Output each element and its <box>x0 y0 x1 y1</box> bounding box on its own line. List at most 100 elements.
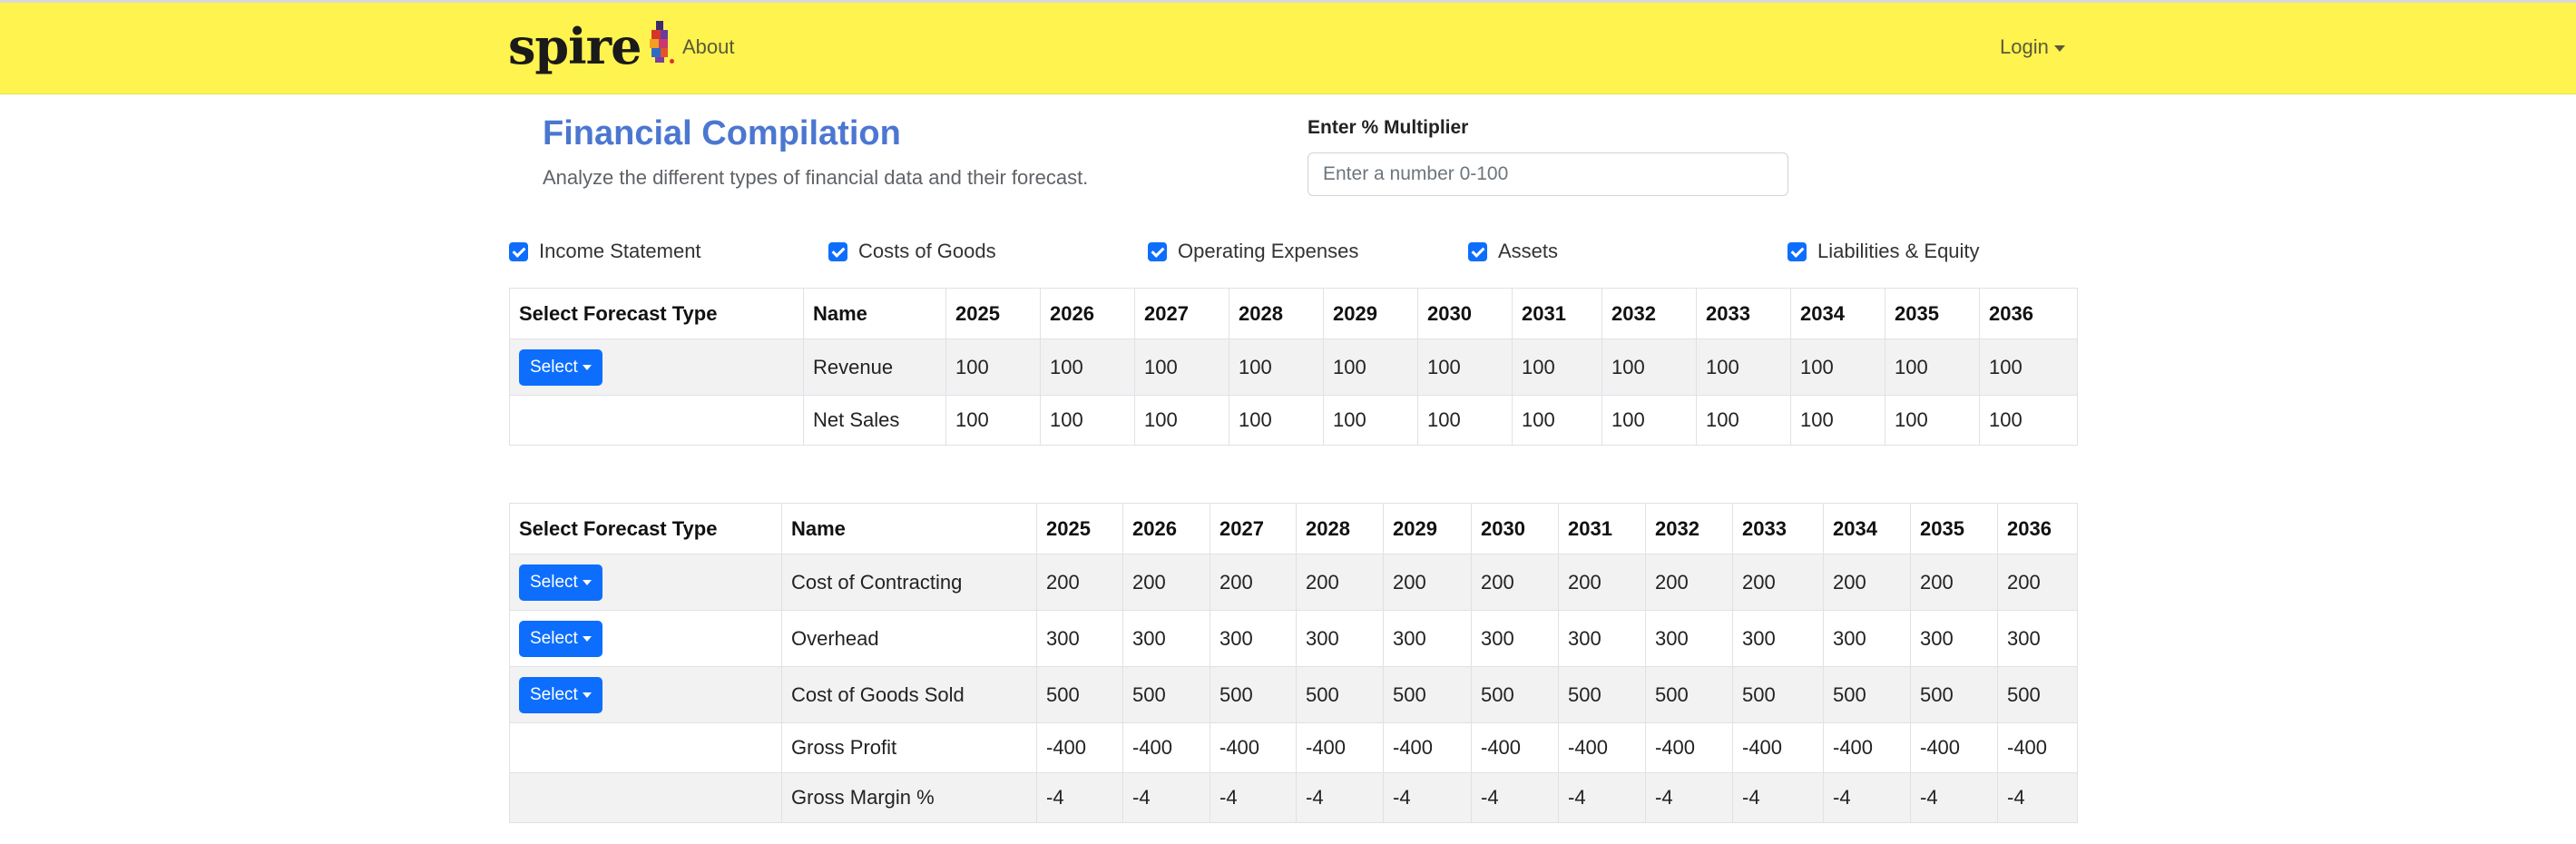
checkbox-checked-icon[interactable] <box>1788 241 1807 261</box>
filter-income-statement[interactable]: Income Statement <box>509 238 701 265</box>
value-cell: 300 <box>1558 610 1646 667</box>
value-cell: -4 <box>1558 772 1646 823</box>
select-forecast-dropdown[interactable]: Select <box>519 620 602 657</box>
value-cell: 100 <box>1512 395 1602 446</box>
select-forecast-dropdown[interactable]: Select <box>519 564 602 601</box>
table-row: Select Cost of Contracting 200 200 200 200 200… <box>509 554 2078 611</box>
value-cell: 100 <box>1601 339 1697 396</box>
column-header: 2027 <box>1134 288 1229 339</box>
value-cell: -4 <box>1823 772 1911 823</box>
value-cell: 300 <box>1036 610 1123 667</box>
value-cell: -400 <box>1383 722 1472 773</box>
row-name: Revenue <box>803 339 946 396</box>
table-row: Select Cost of Goods Sold 500 500 500 500 500 5… <box>509 666 2078 723</box>
value-cell: 100 <box>1885 395 1980 446</box>
forecast-type-cell <box>509 722 782 773</box>
column-header: 2030 <box>1417 288 1513 339</box>
value-cell: 500 <box>1036 666 1123 723</box>
value-cell: -400 <box>1471 722 1559 773</box>
login-label: Login <box>2000 35 2049 58</box>
checkbox-checked-icon[interactable] <box>1468 241 1487 261</box>
value-cell: -400 <box>1997 722 2078 773</box>
value-cell: 500 <box>1383 666 1472 723</box>
value-cell: 100 <box>1696 339 1791 396</box>
value-cell: 200 <box>1471 554 1559 611</box>
value-cell: 300 <box>1997 610 2078 667</box>
value-cell: 100 <box>1790 339 1885 396</box>
filter-label: Assets <box>1498 240 1559 262</box>
brand-logo[interactable]: spire <box>508 19 675 74</box>
value-cell: -400 <box>1296 722 1384 773</box>
row-name: Gross Margin % <box>781 772 1037 823</box>
row-name: Cost of Contracting <box>781 554 1037 611</box>
value-cell: 100 <box>1323 339 1418 396</box>
column-header: 2027 <box>1210 503 1297 554</box>
value-cell: -4 <box>1296 772 1384 823</box>
column-header: 2025 <box>1036 503 1123 554</box>
filter-label: Income Statement <box>539 240 701 262</box>
row-name: Cost of Goods Sold <box>781 666 1037 723</box>
value-cell: 200 <box>1036 554 1123 611</box>
value-cell: 100 <box>1040 395 1135 446</box>
value-cell: 300 <box>1471 610 1559 667</box>
column-header: Name <box>803 288 946 339</box>
value-cell: 200 <box>1296 554 1384 611</box>
column-header: 2033 <box>1732 503 1824 554</box>
table-row: Gross Margin % -4 -4 -4 -4 -4 -4 -4 -4 -4 -4 -4 -4 <box>509 772 2078 823</box>
value-cell: 500 <box>1823 666 1911 723</box>
navbar: spire About Login <box>0 3 2576 94</box>
filter-costs-of-goods[interactable]: Costs of Goods <box>828 238 996 265</box>
column-header: 2029 <box>1383 503 1472 554</box>
filter-operating-expenses[interactable]: Operating Expenses <box>1148 238 1358 265</box>
column-header: 2034 <box>1823 503 1911 554</box>
value-cell: 200 <box>1383 554 1472 611</box>
filter-assets[interactable]: Assets <box>1468 238 1558 265</box>
column-header: 2036 <box>1979 288 2078 339</box>
value-cell: -4 <box>1645 772 1733 823</box>
checkbox-checked-icon[interactable] <box>828 241 847 261</box>
select-forecast-dropdown[interactable]: Select <box>519 348 602 386</box>
column-header: 2029 <box>1323 288 1418 339</box>
value-cell: -400 <box>1558 722 1646 773</box>
value-cell: 100 <box>1417 339 1513 396</box>
income-statement-table: Select Forecast Type Name 2025 2026 2027… <box>509 288 2078 446</box>
value-cell: 200 <box>1558 554 1646 611</box>
value-cell: 300 <box>1296 610 1384 667</box>
value-cell: 200 <box>1210 554 1297 611</box>
value-cell: -400 <box>1732 722 1824 773</box>
value-cell: 100 <box>1601 395 1697 446</box>
value-cell: -4 <box>1210 772 1297 823</box>
value-cell: -400 <box>1036 722 1123 773</box>
forecast-type-cell: Select <box>509 554 782 611</box>
nav-login-dropdown[interactable]: Login <box>2000 34 2065 61</box>
filter-liabilities-equity[interactable]: Liabilities & Equity <box>1788 238 1980 265</box>
value-cell: 200 <box>1910 554 1998 611</box>
value-cell: 300 <box>1732 610 1824 667</box>
value-cell: 100 <box>1417 395 1513 446</box>
value-cell: 300 <box>1823 610 1911 667</box>
filter-label: Operating Expenses <box>1178 240 1359 262</box>
select-forecast-dropdown[interactable]: Select <box>519 676 602 713</box>
value-cell: -400 <box>1122 722 1210 773</box>
checkbox-checked-icon[interactable] <box>1148 241 1167 261</box>
value-cell: 100 <box>945 395 1041 446</box>
value-cell: 300 <box>1122 610 1210 667</box>
value-cell: -400 <box>1210 722 1297 773</box>
value-cell: 500 <box>1296 666 1384 723</box>
chevron-down-icon <box>582 364 592 370</box>
page-title: Financial Compilation <box>543 114 901 152</box>
checkbox-checked-icon[interactable] <box>509 241 528 261</box>
value-cell: 300 <box>1910 610 1998 667</box>
chevron-down-icon <box>582 692 592 698</box>
multiplier-label: Enter % Multiplier <box>1308 117 1469 138</box>
value-cell: 100 <box>1040 339 1135 396</box>
select-label: Select <box>530 572 578 592</box>
table-header-row: Select Forecast Type Name 2025 2026 2027… <box>509 503 2078 554</box>
multiplier-input[interactable] <box>1308 152 1788 196</box>
column-header: 2035 <box>1885 288 1980 339</box>
forecast-type-cell <box>509 772 782 823</box>
value-cell: 500 <box>1558 666 1646 723</box>
column-header: Select Forecast Type <box>509 288 804 339</box>
column-header: Select Forecast Type <box>509 503 782 554</box>
nav-about-link[interactable]: About <box>682 34 735 61</box>
